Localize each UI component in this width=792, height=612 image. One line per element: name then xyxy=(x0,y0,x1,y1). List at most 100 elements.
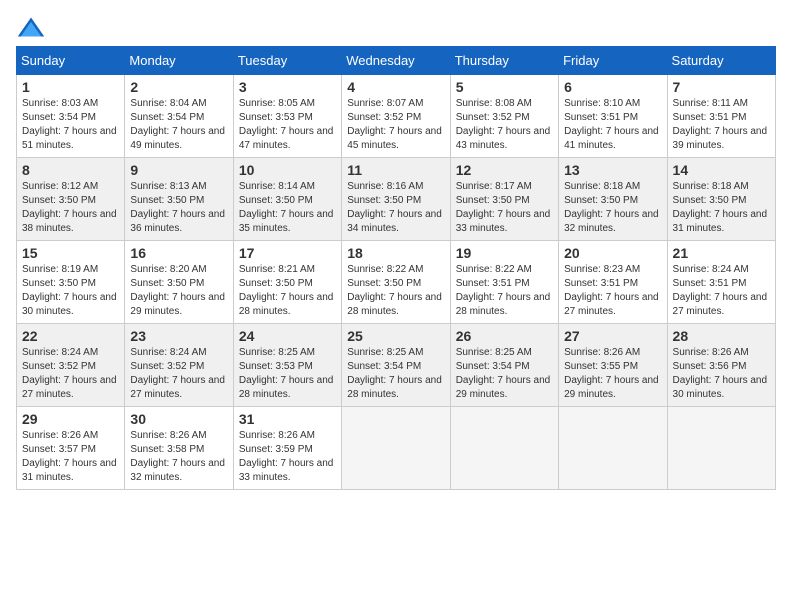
calendar-cell: 12 Sunrise: 8:17 AMSunset: 3:50 PMDaylig… xyxy=(450,158,558,241)
day-info: Sunrise: 8:24 AMSunset: 3:51 PMDaylight:… xyxy=(673,264,768,317)
day-header-monday: Monday xyxy=(125,47,233,75)
day-info: Sunrise: 8:05 AMSunset: 3:53 PMDaylight:… xyxy=(239,98,334,151)
calendar-cell: 31 Sunrise: 8:26 AMSunset: 3:59 PMDaylig… xyxy=(233,407,341,490)
logo xyxy=(16,16,50,38)
day-number: 28 xyxy=(673,328,770,344)
day-info: Sunrise: 8:26 AMSunset: 3:55 PMDaylight:… xyxy=(564,347,659,400)
day-number: 21 xyxy=(673,245,770,261)
day-number: 9 xyxy=(130,162,227,178)
day-number: 27 xyxy=(564,328,661,344)
day-number: 5 xyxy=(456,79,553,95)
day-number: 7 xyxy=(673,79,770,95)
calendar-cell: 21 Sunrise: 8:24 AMSunset: 3:51 PMDaylig… xyxy=(667,241,775,324)
calendar-header-row: SundayMondayTuesdayWednesdayThursdayFrid… xyxy=(17,47,776,75)
day-info: Sunrise: 8:07 AMSunset: 3:52 PMDaylight:… xyxy=(347,98,442,151)
page-header xyxy=(16,16,776,38)
day-number: 29 xyxy=(22,411,119,427)
day-info: Sunrise: 8:25 AMSunset: 3:53 PMDaylight:… xyxy=(239,347,334,400)
day-header-saturday: Saturday xyxy=(667,47,775,75)
day-number: 10 xyxy=(239,162,336,178)
day-info: Sunrise: 8:26 AMSunset: 3:56 PMDaylight:… xyxy=(673,347,768,400)
day-header-thursday: Thursday xyxy=(450,47,558,75)
calendar-cell: 28 Sunrise: 8:26 AMSunset: 3:56 PMDaylig… xyxy=(667,324,775,407)
day-info: Sunrise: 8:26 AMSunset: 3:59 PMDaylight:… xyxy=(239,430,334,483)
day-number: 24 xyxy=(239,328,336,344)
day-number: 17 xyxy=(239,245,336,261)
day-number: 3 xyxy=(239,79,336,95)
calendar-cell: 2 Sunrise: 8:04 AMSunset: 3:54 PMDayligh… xyxy=(125,75,233,158)
calendar-cell: 8 Sunrise: 8:12 AMSunset: 3:50 PMDayligh… xyxy=(17,158,125,241)
calendar-cell: 25 Sunrise: 8:25 AMSunset: 3:54 PMDaylig… xyxy=(342,324,450,407)
calendar-cell xyxy=(450,407,558,490)
calendar-cell: 6 Sunrise: 8:10 AMSunset: 3:51 PMDayligh… xyxy=(559,75,667,158)
day-info: Sunrise: 8:25 AMSunset: 3:54 PMDaylight:… xyxy=(347,347,442,400)
day-header-friday: Friday xyxy=(559,47,667,75)
day-info: Sunrise: 8:22 AMSunset: 3:50 PMDaylight:… xyxy=(347,264,442,317)
calendar-cell: 1 Sunrise: 8:03 AMSunset: 3:54 PMDayligh… xyxy=(17,75,125,158)
calendar-cell: 3 Sunrise: 8:05 AMSunset: 3:53 PMDayligh… xyxy=(233,75,341,158)
day-info: Sunrise: 8:24 AMSunset: 3:52 PMDaylight:… xyxy=(130,347,225,400)
day-info: Sunrise: 8:04 AMSunset: 3:54 PMDaylight:… xyxy=(130,98,225,151)
day-number: 13 xyxy=(564,162,661,178)
day-header-tuesday: Tuesday xyxy=(233,47,341,75)
day-number: 11 xyxy=(347,162,444,178)
day-number: 23 xyxy=(130,328,227,344)
calendar-cell: 29 Sunrise: 8:26 AMSunset: 3:57 PMDaylig… xyxy=(17,407,125,490)
day-info: Sunrise: 8:19 AMSunset: 3:50 PMDaylight:… xyxy=(22,264,117,317)
day-info: Sunrise: 8:13 AMSunset: 3:50 PMDaylight:… xyxy=(130,181,225,234)
day-number: 20 xyxy=(564,245,661,261)
day-number: 1 xyxy=(22,79,119,95)
calendar-cell: 24 Sunrise: 8:25 AMSunset: 3:53 PMDaylig… xyxy=(233,324,341,407)
day-info: Sunrise: 8:22 AMSunset: 3:51 PMDaylight:… xyxy=(456,264,551,317)
calendar-table: SundayMondayTuesdayWednesdayThursdayFrid… xyxy=(16,46,776,490)
calendar-cell: 7 Sunrise: 8:11 AMSunset: 3:51 PMDayligh… xyxy=(667,75,775,158)
day-number: 12 xyxy=(456,162,553,178)
day-info: Sunrise: 8:26 AMSunset: 3:58 PMDaylight:… xyxy=(130,430,225,483)
day-number: 2 xyxy=(130,79,227,95)
calendar-cell: 14 Sunrise: 8:18 AMSunset: 3:50 PMDaylig… xyxy=(667,158,775,241)
day-info: Sunrise: 8:24 AMSunset: 3:52 PMDaylight:… xyxy=(22,347,117,400)
day-info: Sunrise: 8:21 AMSunset: 3:50 PMDaylight:… xyxy=(239,264,334,317)
logo-icon xyxy=(16,16,46,38)
day-info: Sunrise: 8:03 AMSunset: 3:54 PMDaylight:… xyxy=(22,98,117,151)
calendar-cell: 11 Sunrise: 8:16 AMSunset: 3:50 PMDaylig… xyxy=(342,158,450,241)
day-number: 19 xyxy=(456,245,553,261)
day-number: 26 xyxy=(456,328,553,344)
day-number: 22 xyxy=(22,328,119,344)
day-info: Sunrise: 8:12 AMSunset: 3:50 PMDaylight:… xyxy=(22,181,117,234)
day-info: Sunrise: 8:23 AMSunset: 3:51 PMDaylight:… xyxy=(564,264,659,317)
calendar-cell: 20 Sunrise: 8:23 AMSunset: 3:51 PMDaylig… xyxy=(559,241,667,324)
day-info: Sunrise: 8:14 AMSunset: 3:50 PMDaylight:… xyxy=(239,181,334,234)
calendar-week-row: 29 Sunrise: 8:26 AMSunset: 3:57 PMDaylig… xyxy=(17,407,776,490)
day-info: Sunrise: 8:17 AMSunset: 3:50 PMDaylight:… xyxy=(456,181,551,234)
day-info: Sunrise: 8:18 AMSunset: 3:50 PMDaylight:… xyxy=(673,181,768,234)
day-number: 16 xyxy=(130,245,227,261)
day-header-sunday: Sunday xyxy=(17,47,125,75)
calendar-week-row: 1 Sunrise: 8:03 AMSunset: 3:54 PMDayligh… xyxy=(17,75,776,158)
day-info: Sunrise: 8:16 AMSunset: 3:50 PMDaylight:… xyxy=(347,181,442,234)
calendar-cell xyxy=(667,407,775,490)
calendar-cell: 10 Sunrise: 8:14 AMSunset: 3:50 PMDaylig… xyxy=(233,158,341,241)
calendar-week-row: 22 Sunrise: 8:24 AMSunset: 3:52 PMDaylig… xyxy=(17,324,776,407)
calendar-cell: 4 Sunrise: 8:07 AMSunset: 3:52 PMDayligh… xyxy=(342,75,450,158)
calendar-cell xyxy=(559,407,667,490)
calendar-cell: 15 Sunrise: 8:19 AMSunset: 3:50 PMDaylig… xyxy=(17,241,125,324)
day-number: 6 xyxy=(564,79,661,95)
day-number: 25 xyxy=(347,328,444,344)
calendar-cell: 9 Sunrise: 8:13 AMSunset: 3:50 PMDayligh… xyxy=(125,158,233,241)
day-info: Sunrise: 8:08 AMSunset: 3:52 PMDaylight:… xyxy=(456,98,551,151)
day-number: 18 xyxy=(347,245,444,261)
calendar-cell: 5 Sunrise: 8:08 AMSunset: 3:52 PMDayligh… xyxy=(450,75,558,158)
day-number: 31 xyxy=(239,411,336,427)
day-number: 14 xyxy=(673,162,770,178)
day-header-wednesday: Wednesday xyxy=(342,47,450,75)
day-info: Sunrise: 8:20 AMSunset: 3:50 PMDaylight:… xyxy=(130,264,225,317)
day-info: Sunrise: 8:26 AMSunset: 3:57 PMDaylight:… xyxy=(22,430,117,483)
day-number: 8 xyxy=(22,162,119,178)
day-info: Sunrise: 8:25 AMSunset: 3:54 PMDaylight:… xyxy=(456,347,551,400)
calendar-cell: 17 Sunrise: 8:21 AMSunset: 3:50 PMDaylig… xyxy=(233,241,341,324)
calendar-cell: 13 Sunrise: 8:18 AMSunset: 3:50 PMDaylig… xyxy=(559,158,667,241)
calendar-cell: 22 Sunrise: 8:24 AMSunset: 3:52 PMDaylig… xyxy=(17,324,125,407)
day-info: Sunrise: 8:11 AMSunset: 3:51 PMDaylight:… xyxy=(673,98,768,151)
day-info: Sunrise: 8:18 AMSunset: 3:50 PMDaylight:… xyxy=(564,181,659,234)
